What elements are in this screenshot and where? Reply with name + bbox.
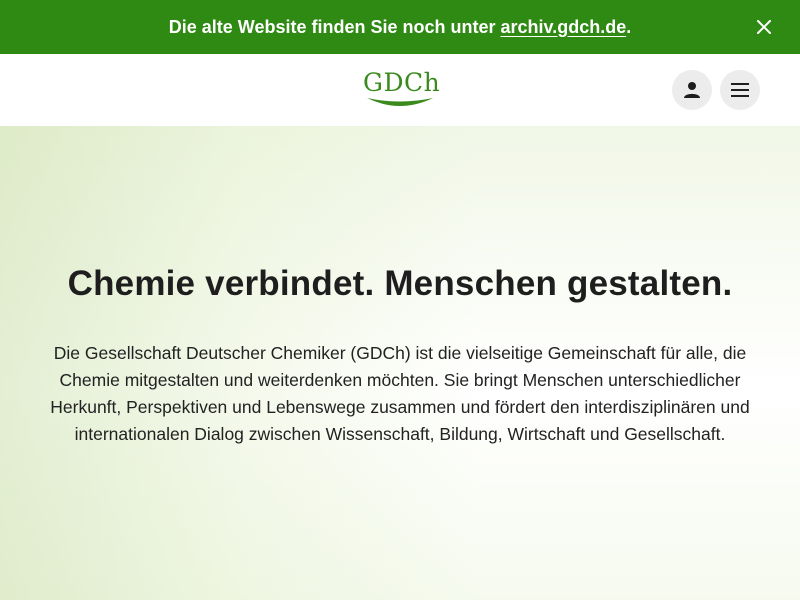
logo-text: GDCh xyxy=(363,68,441,97)
site-header: GDCh xyxy=(0,54,800,126)
menu-button[interactable] xyxy=(720,70,760,110)
account-button[interactable] xyxy=(672,70,712,110)
close-icon xyxy=(757,20,771,34)
hero-title: Chemie verbindet. Menschen gestalten. xyxy=(67,264,733,303)
hero-section: Chemie verbindet. Menschen gestalten. Di… xyxy=(0,126,800,600)
logo-arc xyxy=(367,98,433,106)
banner-text-after: . xyxy=(626,16,632,37)
banner-text: Die alte Website finden Sie noch unter a… xyxy=(169,17,631,38)
user-icon xyxy=(684,82,700,98)
archive-link[interactable]: archiv.gdch.de xyxy=(501,17,627,37)
hero-description: Die Gesellschaft Deutscher Chemiker (GDC… xyxy=(50,343,750,444)
hamburger-menu-icon xyxy=(731,83,749,97)
gdch-logo[interactable]: GDCh xyxy=(363,68,441,110)
banner-text-before: Die alte Website finden Sie noch unter xyxy=(168,16,501,37)
close-banner-button[interactable] xyxy=(752,15,776,39)
notice-banner: Die alte Website finden Sie noch unter a… xyxy=(0,0,800,54)
